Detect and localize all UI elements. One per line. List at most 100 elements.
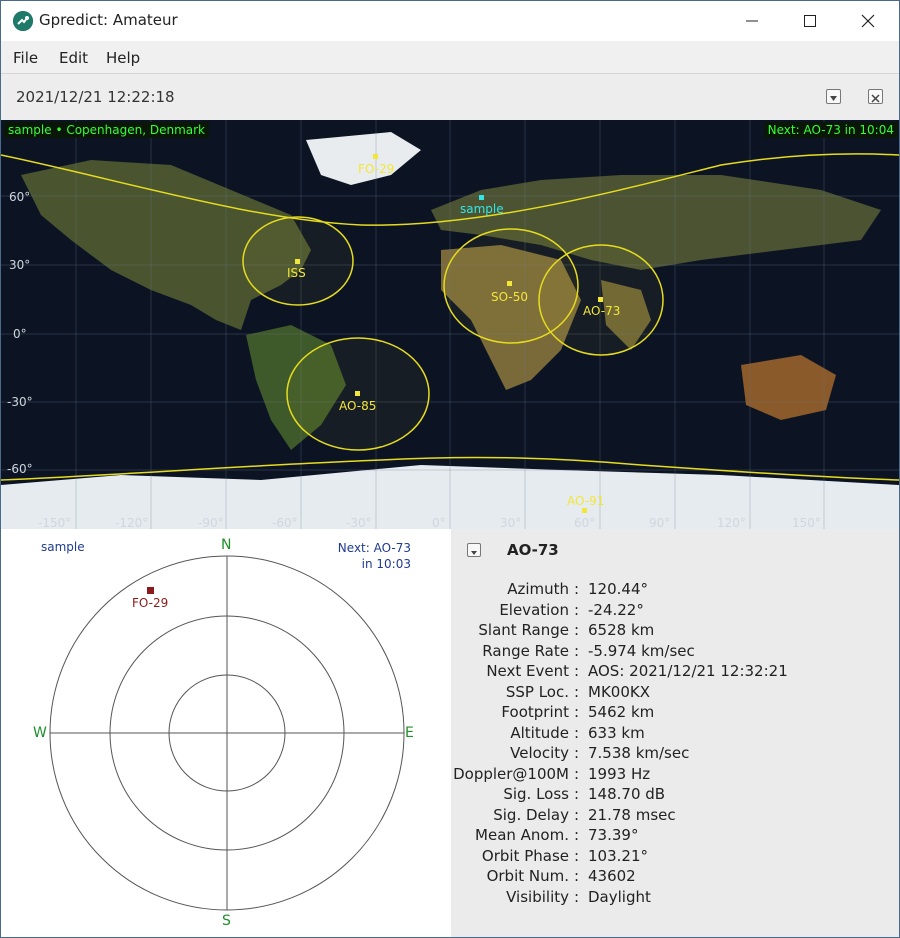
lat-label: 60° — [9, 190, 31, 204]
details-value: 148.70 dB — [588, 785, 666, 803]
minimize-icon — [746, 20, 758, 22]
module-options-button[interactable] — [826, 89, 841, 104]
details-label: Range Rate — [482, 642, 569, 660]
qth-marker — [479, 195, 484, 200]
map-sat-label-fo-29[interactable]: FO-29 — [358, 162, 394, 176]
map-sat-label-ao-91[interactable]: AO-91 — [567, 494, 604, 508]
gpredict-window: Gpredict: Amateur File Edit Help 2021/12… — [0, 0, 900, 938]
menu-file[interactable]: File — [13, 49, 38, 67]
module-time: 2021/12/21 12:22:18 — [16, 88, 175, 106]
menu-help[interactable]: Help — [106, 49, 140, 67]
ao-91-marker — [582, 508, 587, 513]
details-colon: : — [574, 683, 580, 701]
details-colon: : — [574, 601, 580, 619]
details-colon: : — [574, 765, 580, 783]
details-value: 73.39° — [588, 826, 639, 844]
maximize-button[interactable] — [781, 1, 839, 41]
map-sat-label-iss[interactable]: ISS — [287, 266, 306, 280]
details-row: Sig. Delay : 21.78 msec — [451, 806, 899, 826]
title-bar[interactable]: Gpredict: Amateur — [1, 1, 899, 41]
details-row: Azimuth : 120.44° — [451, 580, 899, 600]
details-row: Doppler@100M : 1993 Hz — [451, 765, 899, 785]
lat-label: -60° — [7, 462, 33, 476]
polar-next-line2: in 10:03 — [361, 557, 411, 571]
lat-label: 30° — [9, 258, 31, 272]
close-icon — [861, 14, 875, 28]
details-satellite-name: AO-73 — [507, 541, 559, 559]
triangle-down-icon — [830, 96, 837, 101]
details-colon: : — [574, 785, 580, 803]
map-next-event-label: Next: AO-73 in 10:04 — [763, 122, 898, 138]
details-label: SSP Loc. — [505, 683, 569, 701]
details-value: 5462 km — [588, 703, 655, 721]
details-label: Visibility — [506, 888, 569, 906]
so-50-marker — [507, 281, 512, 286]
lon-label: -120° — [115, 516, 149, 529]
ao-85-marker — [355, 391, 360, 396]
details-colon: : — [574, 580, 580, 598]
lon-label: 0° — [432, 516, 446, 529]
details-value: 6528 km — [588, 621, 655, 639]
details-options-button[interactable] — [467, 543, 481, 557]
polar-fo-29-marker — [147, 587, 154, 594]
details-row: Footprint : 5462 km — [451, 703, 899, 723]
details-row: SSP Loc. : MK00KX — [451, 683, 899, 703]
details-label: Footprint — [501, 703, 569, 721]
details-colon: : — [574, 703, 580, 721]
details-value: 103.21° — [588, 847, 648, 865]
lon-label: 90° — [649, 516, 671, 529]
map-location-label: sample • Copenhagen, Denmark — [4, 122, 210, 138]
window-title: Gpredict: Amateur — [39, 11, 178, 29]
details-label: Next Event — [486, 662, 569, 680]
map-sat-label-so-50[interactable]: SO-50 — [491, 290, 528, 304]
details-value: 120.44° — [588, 580, 648, 598]
details-row: Visibility : Daylight — [451, 888, 899, 908]
details-label: Sig. Delay — [493, 806, 569, 824]
details-label: Altitude — [510, 724, 569, 742]
close-button[interactable] — [839, 1, 897, 41]
lon-label: 150° — [792, 516, 821, 529]
details-row: Altitude : 633 km — [451, 724, 899, 744]
details-colon: : — [574, 642, 580, 660]
module-header: 2021/12/21 12:22:18 — [1, 74, 899, 120]
details-label: Orbit Phase — [481, 847, 569, 865]
lon-label: 30° — [500, 516, 522, 529]
lat-label: 0° — [13, 327, 27, 341]
map-sat-label-ao-85[interactable]: AO-85 — [339, 399, 376, 413]
details-value: MK00KX — [588, 683, 650, 701]
details-value: 21.78 msec — [588, 806, 676, 824]
lat-label: -30° — [7, 395, 33, 409]
details-label: Sig. Loss — [503, 785, 569, 803]
fo-29-marker — [373, 154, 378, 159]
ao-73-marker — [598, 297, 603, 302]
compass-south: S — [222, 913, 231, 929]
world-map-view[interactable]: sample • Copenhagen, Denmark Next: AO-73… — [1, 120, 899, 529]
details-row: Next Event : AOS: 2021/12/21 12:32:21 — [451, 662, 899, 682]
minimize-button[interactable] — [723, 1, 781, 41]
polar-sat-label-fo-29[interactable]: FO-29 — [132, 596, 168, 610]
close-icon — [871, 94, 880, 103]
details-colon: : — [574, 806, 580, 824]
satellite-details-panel: AO-73 Azimuth : 120.44° Elevation : -24.… — [451, 529, 899, 937]
details-row: Range Rate : -5.974 km/sec — [451, 642, 899, 662]
details-label: Orbit Num. — [486, 867, 569, 885]
maximize-icon — [804, 15, 816, 27]
polar-view[interactable]: sample Next: AO-73 in 10:03 N S E W FO-2… — [1, 529, 451, 937]
details-value: Daylight — [588, 888, 651, 906]
module-close-button[interactable] — [868, 89, 883, 104]
details-row: Sig. Loss : 148.70 dB — [451, 785, 899, 805]
map-qth-label: sample — [460, 202, 504, 216]
details-colon: : — [574, 888, 580, 906]
details-value: 43602 — [588, 867, 636, 885]
details-value: -24.22° — [588, 601, 644, 619]
polar-next-event: Next: AO-73 in 10:03 — [338, 540, 411, 572]
lon-label: -30° — [346, 516, 372, 529]
menu-edit[interactable]: Edit — [59, 49, 88, 67]
map-sat-label-ao-73[interactable]: AO-73 — [583, 304, 620, 318]
details-colon: : — [574, 867, 580, 885]
polar-plot — [49, 555, 405, 911]
iss-marker — [295, 259, 300, 264]
triangle-down-icon — [471, 551, 477, 555]
details-colon: : — [574, 847, 580, 865]
details-label: Azimuth — [507, 580, 569, 598]
